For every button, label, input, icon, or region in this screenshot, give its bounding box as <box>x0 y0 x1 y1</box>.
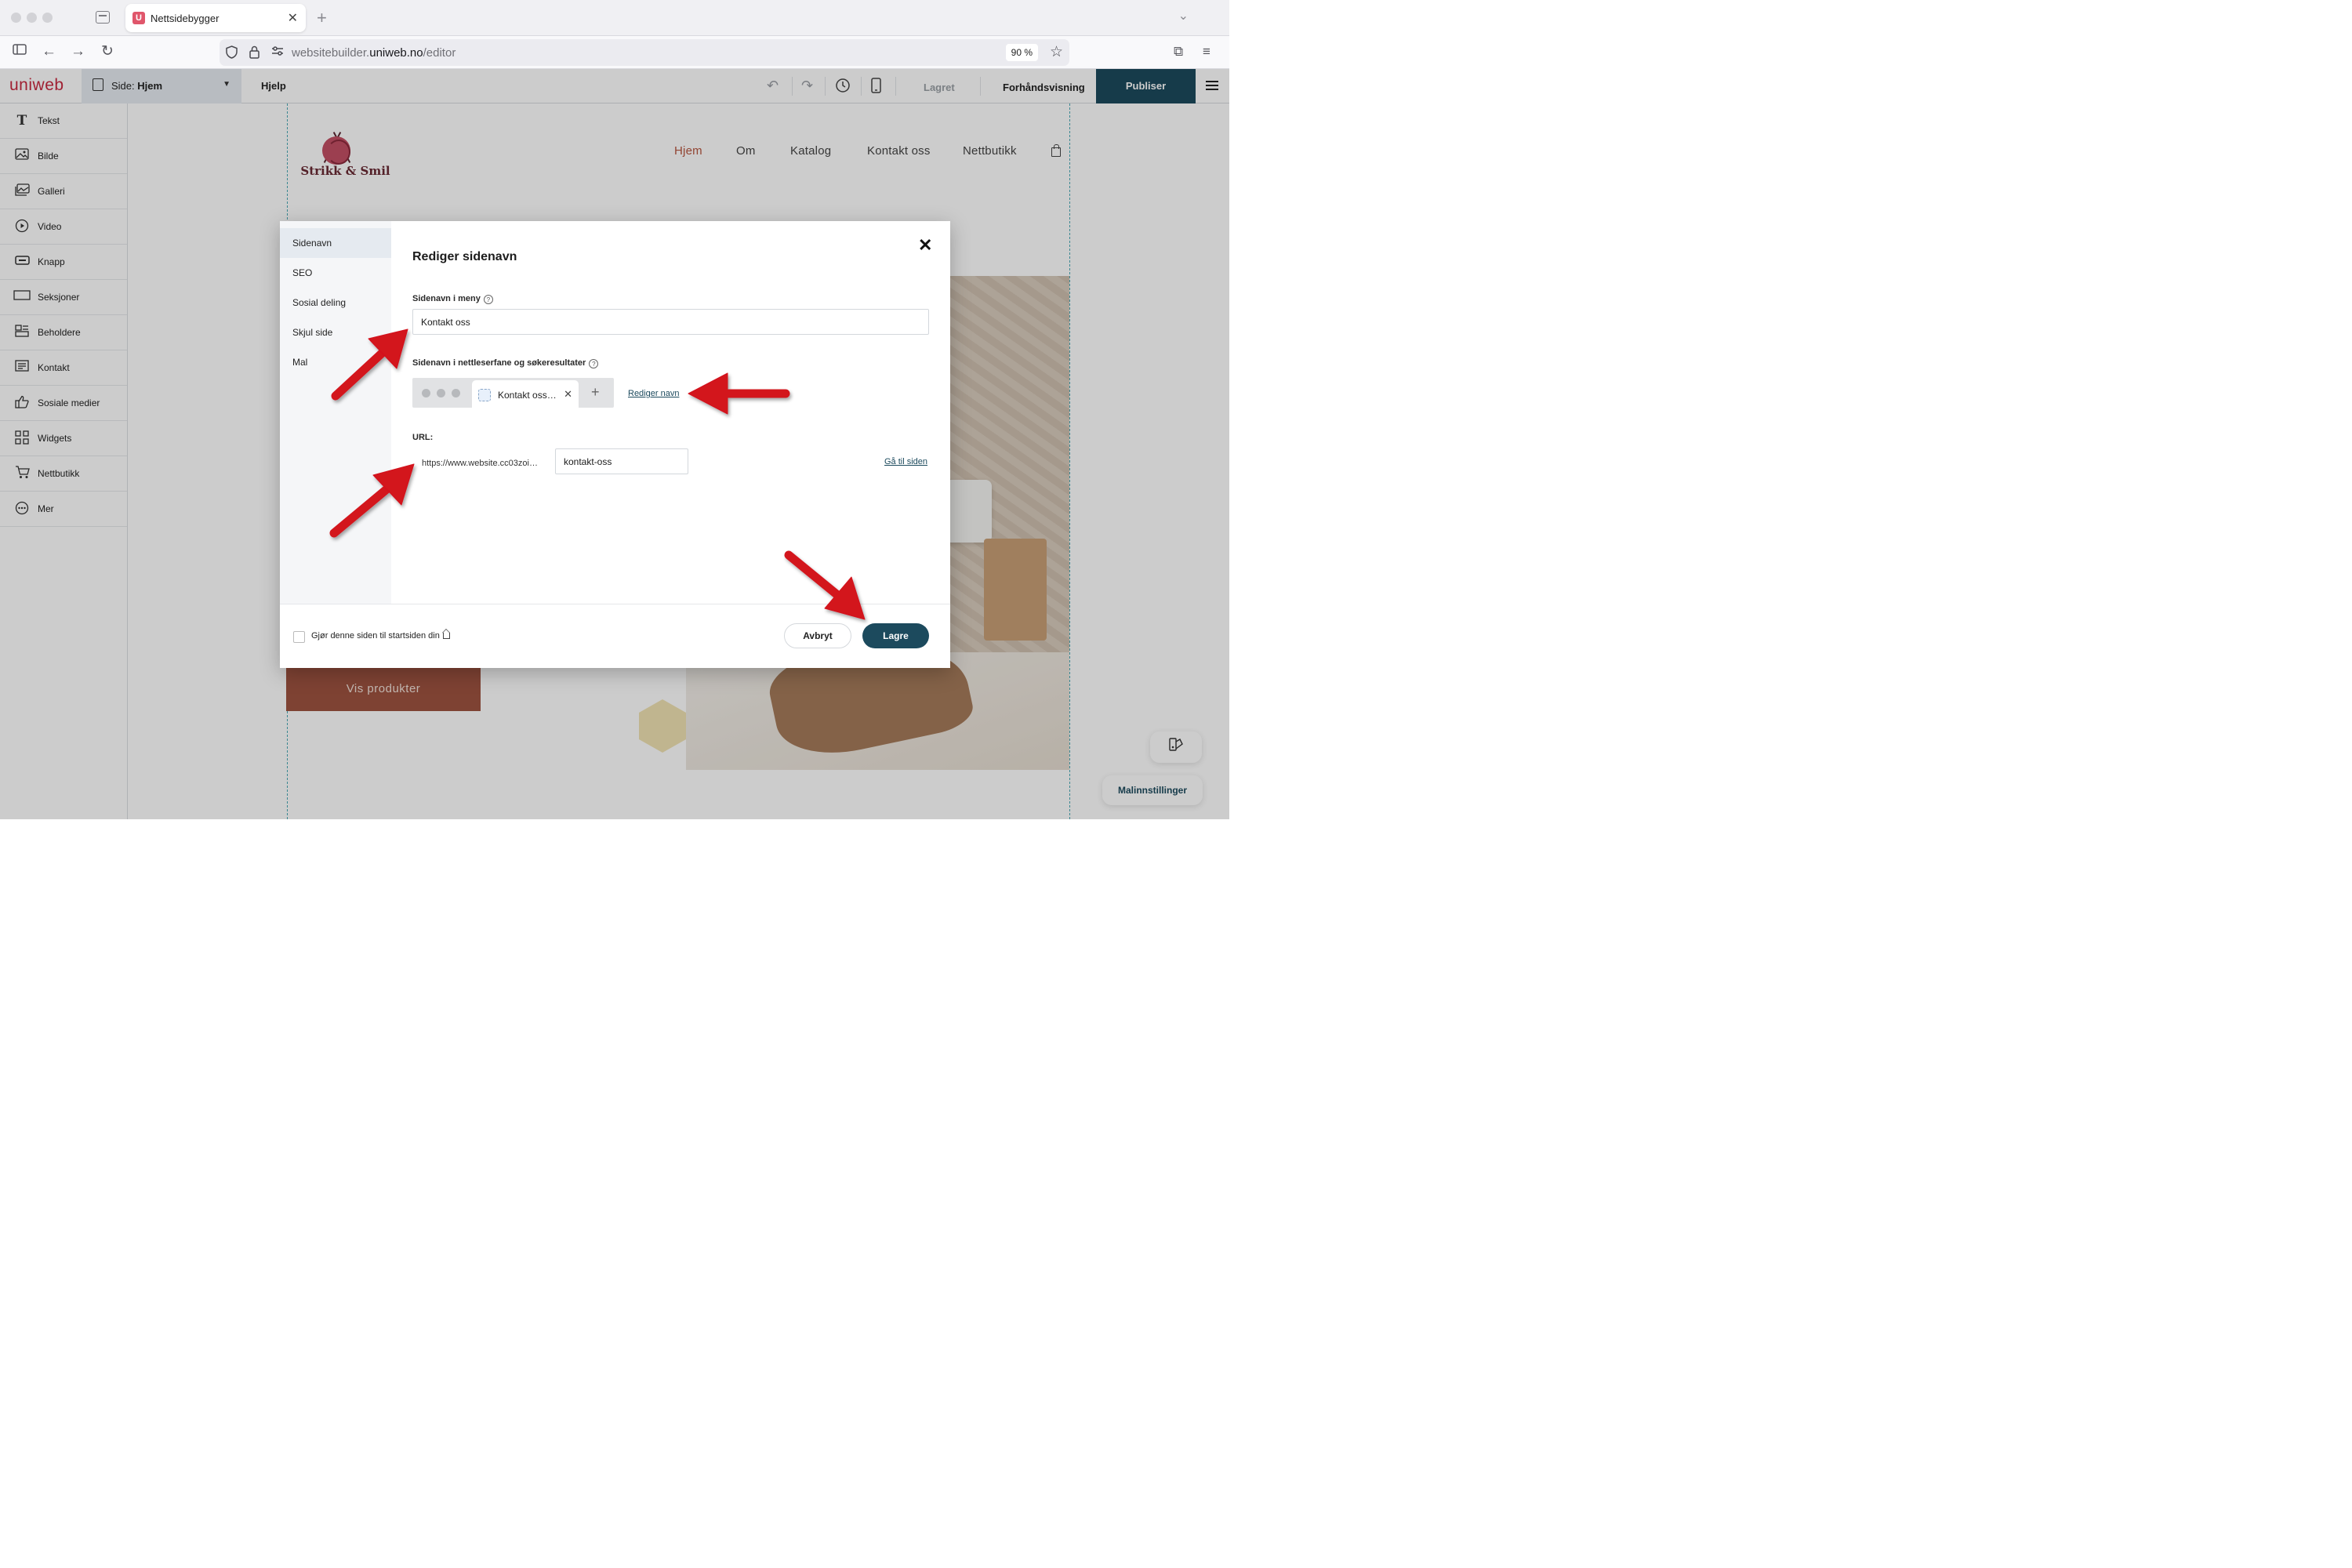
lock-icon[interactable] <box>249 45 260 62</box>
preview-dot <box>437 389 445 397</box>
preview-tab: Kontakt oss… ✕ <box>472 380 579 408</box>
url-prefix: websitebuilder. <box>292 46 370 60</box>
preview-new-tab-icon: + <box>591 384 600 400</box>
favicon-icon: U <box>132 12 145 24</box>
window-zoom-control[interactable] <box>42 13 53 23</box>
set-homepage-label[interactable]: Gjør denne siden til startsiden din <box>311 631 450 641</box>
tab-social-sharing[interactable]: Sosial deling <box>280 288 391 318</box>
menu-name-label-text: Sidenavn i meny <box>412 294 481 303</box>
edit-page-name-dialog: Sidenavn SEO Sosial deling Skjul side Ma… <box>280 221 950 668</box>
window-minimize-control[interactable] <box>27 13 37 23</box>
cancel-button[interactable]: Avbryt <box>784 623 851 648</box>
bookmark-star-icon[interactable]: ☆ <box>1050 43 1063 61</box>
browser-tab-name-label-text: Sidenavn i nettleserfane og søkeresultat… <box>412 358 586 368</box>
menu-name-input[interactable] <box>412 309 929 335</box>
home-icon <box>442 633 450 639</box>
dialog-title: Rediger sidenavn <box>412 250 517 263</box>
url-domain: uniweb.no <box>369 46 423 60</box>
help-question-icon[interactable]: ? <box>483 295 493 304</box>
zoom-level-badge[interactable]: 90 % <box>1005 44 1038 61</box>
preview-tab-title: Kontakt oss… <box>498 390 557 401</box>
browser-nav-bar: ← → ↻ websitebuilder.uniweb.no/editor 90… <box>0 36 1229 69</box>
shield-icon[interactable] <box>226 45 238 62</box>
menu-name-label: Sidenavn i meny? <box>412 294 493 304</box>
address-bar[interactable]: websitebuilder.uniweb.no/editor 90 % ☆ <box>220 39 1069 66</box>
sidebar-toggle-icon[interactable] <box>13 43 27 60</box>
window-close-control[interactable] <box>11 13 21 23</box>
url-path: /editor <box>423 46 456 60</box>
reload-icon[interactable]: ↻ <box>101 43 114 60</box>
url-prefix-text: https://www.website.cc03zoi… <box>422 459 538 468</box>
tab-overview-icon[interactable] <box>96 11 110 24</box>
tab-list-chevron-icon[interactable]: ⌄ <box>1178 8 1189 24</box>
preview-tab-close-icon: ✕ <box>564 388 572 400</box>
tab-hide-page[interactable]: Skjul side <box>280 318 391 347</box>
preview-dot <box>452 389 460 397</box>
app-menu-icon[interactable]: ≡ <box>1203 43 1210 60</box>
browser-tab-bar: U Nettsidebygger ✕ + ⌄ <box>0 0 1229 36</box>
url-text[interactable]: websitebuilder.uniweb.no/editor <box>292 46 456 60</box>
help-question-icon[interactable]: ? <box>589 359 599 368</box>
browser-tab-name-label: Sidenavn i nettleserfane og søkeresultat… <box>412 358 599 368</box>
back-icon[interactable]: ← <box>42 43 56 60</box>
preview-dot <box>422 389 430 397</box>
save-button[interactable]: Lagre <box>862 623 929 648</box>
edit-name-link[interactable]: Rediger navn <box>628 389 679 398</box>
browser-tab[interactable]: U Nettsidebygger ✕ <box>125 4 306 32</box>
extensions-icon[interactable]: ⧉ <box>1174 43 1183 60</box>
browser-tab-preview: Kontakt oss… ✕ + <box>412 378 614 408</box>
tab-seo[interactable]: SEO <box>280 258 391 288</box>
dialog-side-nav: Sidenavn SEO Sosial deling Skjul side Ma… <box>280 221 391 604</box>
site-settings-icon[interactable] <box>271 45 284 60</box>
tab-page-name[interactable]: Sidenavn <box>280 228 391 258</box>
forward-icon[interactable]: → <box>71 43 85 60</box>
tab-close-icon[interactable]: ✕ <box>288 10 298 26</box>
tab-title: Nettsidebygger <box>151 13 220 24</box>
close-icon[interactable]: ✕ <box>918 235 932 256</box>
url-slug-input[interactable] <box>555 448 688 474</box>
tab-template[interactable]: Mal <box>280 347 391 377</box>
set-homepage-label-text: Gjør denne siden til startsiden din <box>311 631 440 641</box>
new-tab-icon[interactable]: + <box>317 8 327 28</box>
go-to-page-link[interactable]: Gå til siden <box>884 457 927 466</box>
favicon-placeholder-icon <box>478 389 491 401</box>
set-homepage-checkbox[interactable] <box>293 631 305 643</box>
url-label: URL: <box>412 433 434 442</box>
